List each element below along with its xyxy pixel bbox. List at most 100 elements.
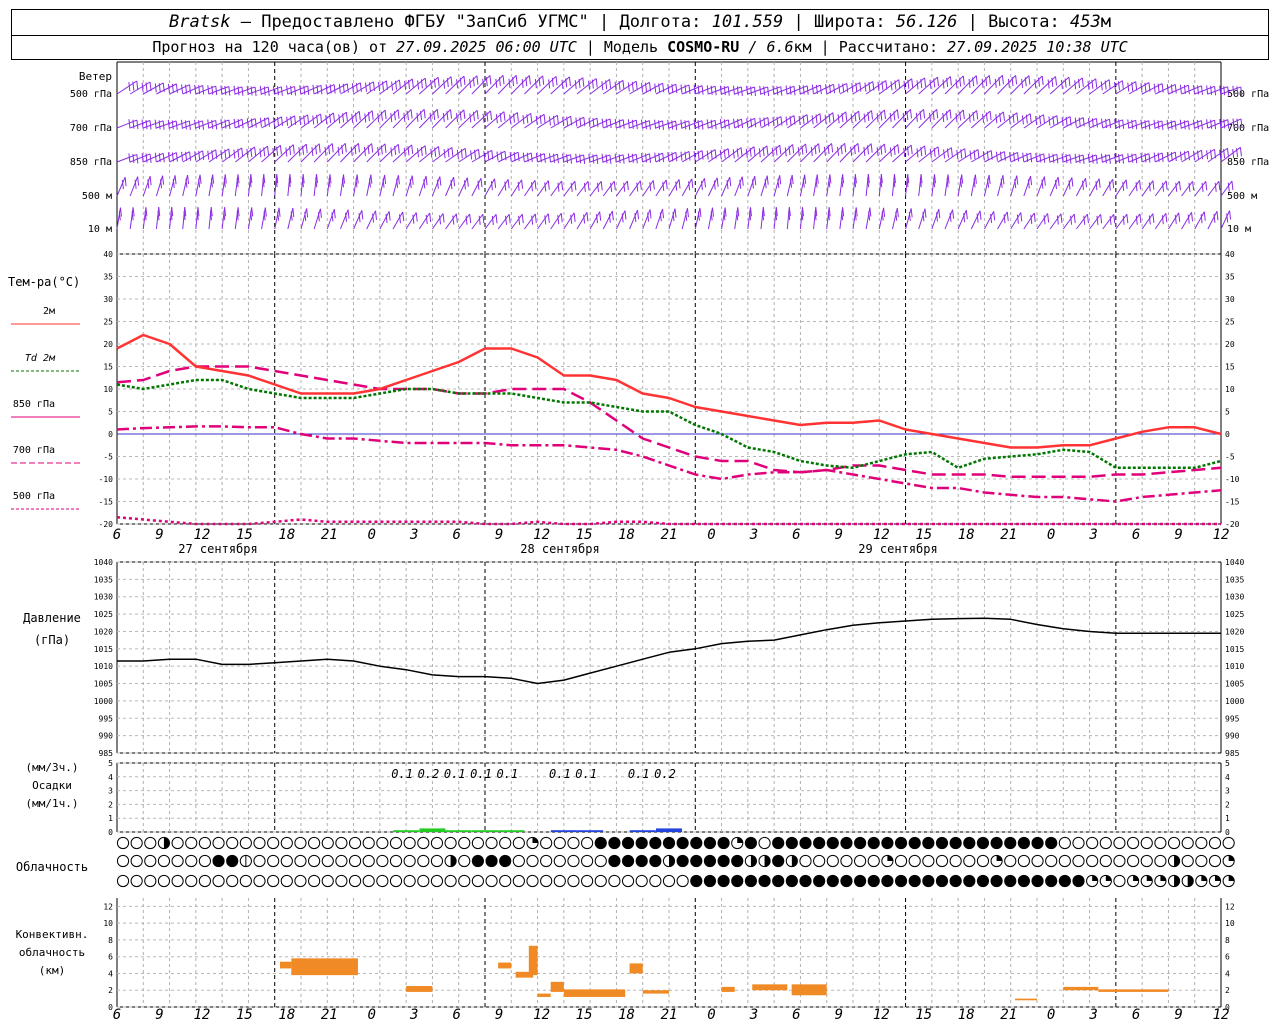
wind-barb-feather (325, 84, 328, 94)
wind-barb-feather (456, 113, 459, 123)
wind-barb-feather (343, 174, 346, 184)
wind-level-label-right: 10 м (1227, 224, 1251, 235)
wind-barb-feather (732, 149, 735, 159)
precip-bar (419, 828, 446, 832)
wind-barb (1194, 211, 1205, 230)
bottom-hour-label: 12 (533, 1007, 550, 1023)
wind-barb-feather (622, 119, 625, 129)
precip-ytick-label-left: 1 (108, 814, 113, 823)
temp-ytick-label-right: 20 (1225, 340, 1235, 349)
wind-barb-feather (952, 209, 955, 219)
cloud-title: Облачность (16, 860, 88, 874)
wind-barb-feather (910, 208, 913, 218)
wind-barb-feather (333, 84, 336, 94)
wind-barb-feather (946, 178, 949, 188)
cloud-cover-symbol (267, 836, 280, 850)
precip-bar (656, 828, 682, 832)
wind-level-label-left: 500 м (82, 191, 112, 202)
wind-barb-feather (804, 174, 807, 184)
cloud-cover-symbol (813, 874, 826, 888)
cloud-cover-symbol (198, 874, 211, 888)
temp-hour-label: 21 (1000, 527, 1017, 543)
wind-barb (1075, 177, 1086, 197)
wind-barb-feather (897, 144, 900, 154)
wind-barb-feather (1113, 214, 1116, 224)
temp-hour-label: 6 (792, 527, 800, 543)
cloud-cover-symbol (540, 854, 553, 868)
wind-barb-feather (923, 109, 926, 119)
pressure-ytick-label-left: 1005 (94, 680, 113, 689)
precip-bar (577, 830, 604, 832)
wind-barb-feather (654, 83, 657, 93)
wind-barb (563, 180, 576, 197)
conv-cloud-block (752, 984, 788, 991)
wind-barb-feather (279, 145, 282, 155)
wind-barb (550, 212, 562, 230)
wind-barb-feather (596, 118, 599, 128)
wind-barb-feather (443, 149, 446, 159)
bottom-hour-label: 9 (495, 1007, 503, 1023)
cloud-half-fill (1174, 875, 1180, 887)
wind-barb (1207, 210, 1218, 230)
conv-cloud-block (279, 961, 292, 969)
cloud-cover-symbol (267, 854, 280, 868)
wind-barb-feather (187, 174, 190, 185)
cloud-cover-symbol (963, 874, 976, 888)
wind-barb-feather (246, 148, 249, 159)
wind-barb-feather (883, 109, 886, 120)
wind-barb-feather (534, 180, 537, 190)
wind-barb-feather (627, 153, 630, 163)
wind-barb-feather (456, 149, 459, 159)
wind-barb-feather (377, 147, 380, 157)
wind-barb-feather (1020, 212, 1023, 222)
pressure-unit: (гПа) (34, 633, 70, 647)
wind-barb-feather (969, 150, 972, 160)
wind-barb-feather (411, 144, 414, 154)
wind-barb-feather (570, 182, 573, 192)
wind-barb-feather (819, 85, 822, 95)
precip-ytick-label-left: 4 (108, 773, 113, 782)
cloud-cover-symbol (744, 836, 758, 850)
cloud-cover-symbol (1072, 874, 1085, 888)
cloud-cover-symbol (540, 836, 553, 850)
cloud-quarter-fill (1160, 875, 1166, 881)
wind-barb-feather (384, 110, 387, 120)
cloud-cover-symbol (212, 836, 225, 850)
cloud-cover-symbol (717, 874, 730, 888)
wind-barb-feather (503, 111, 506, 121)
cloud-cover-symbol (403, 874, 416, 888)
cloud-cover-symbol (185, 836, 198, 850)
wind-barb-feather (410, 109, 413, 119)
wind-barb-feather (662, 153, 665, 163)
wind-barb-feather (491, 215, 494, 225)
cloud-cover-symbol (157, 874, 171, 888)
wind-barb-feather (949, 109, 952, 119)
cloud-cover-symbol (376, 874, 389, 888)
temp-ytick-label-right: 15 (1225, 363, 1235, 372)
cloud-cover-symbol (608, 836, 621, 850)
wind-barb-feather (1174, 152, 1177, 162)
cloud-cover-symbol (171, 874, 184, 888)
cloud-cover-symbol (376, 854, 389, 868)
cloud-cover-symbol (471, 836, 484, 850)
wind-barb-feather (1231, 180, 1234, 191)
wind-barb-feather (844, 143, 847, 153)
wind-barb-feather (181, 151, 184, 161)
wind-barb (1102, 214, 1115, 230)
wind-barb (576, 212, 588, 230)
wind-barb-feather (737, 207, 740, 217)
wind-barb-feather (691, 178, 694, 188)
wind-barb-feather (583, 182, 586, 192)
wind-barb-feather (741, 176, 744, 186)
cloud-cover-symbol (922, 854, 935, 868)
wind-barb-feather (627, 82, 630, 92)
wind-barb-feather (805, 143, 808, 154)
bottom-hour-label: 6 (452, 1007, 460, 1023)
temp-hour-label: 3 (1088, 527, 1097, 543)
cloud-cover-symbol (526, 874, 539, 888)
precip-ytick-label-right: 1 (1225, 814, 1230, 823)
wind-barb (1181, 181, 1194, 197)
conv-ytick-label-left: 4 (108, 969, 113, 978)
cloud-cover-symbol (867, 836, 880, 850)
cloud-cover-symbol (581, 836, 594, 850)
